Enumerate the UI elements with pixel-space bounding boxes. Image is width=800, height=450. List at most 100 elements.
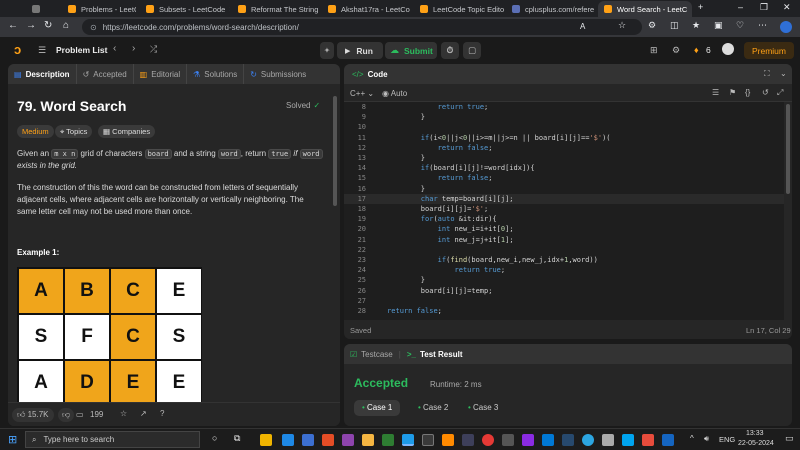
tab-accepted[interactable]: ↺ Accepted (77, 64, 134, 84)
auto-mode[interactable]: ◉ Auto (382, 89, 407, 98)
submit-button[interactable]: ☁ Submit (385, 42, 437, 59)
leetcode-logo-icon[interactable]: ↄ (14, 42, 21, 57)
app-icon[interactable] (622, 434, 634, 446)
settings-icon[interactable]: ⚙ (672, 45, 680, 56)
cortana-icon[interactable]: ○ (212, 433, 217, 443)
dislike-button[interactable]: 👎︎ (58, 408, 75, 422)
volume-icon[interactable]: 🔊︎ (704, 434, 709, 444)
share-icon[interactable]: ↗ (140, 409, 147, 418)
help-icon[interactable]: ? (160, 409, 164, 418)
code-editor[interactable]: 8 return true; 9 } 10 11 if(i<0||j<0||i>=m… (344, 102, 784, 320)
premium-button[interactable]: Premium (744, 42, 794, 59)
office-icon[interactable] (322, 434, 334, 446)
app-icon[interactable] (422, 434, 434, 446)
mail-icon[interactable] (282, 434, 294, 446)
code-line[interactable]: 10 (344, 122, 784, 132)
close-icon[interactable]: × (410, 5, 412, 14)
code-line[interactable]: 26 board[i][j]=temp; (344, 286, 784, 296)
companies-badge[interactable]: ▦ Companies (98, 125, 156, 138)
code-line[interactable]: 21 int new_j=j+it[1]; (344, 235, 784, 245)
app-icon[interactable] (602, 434, 614, 446)
code-line[interactable]: 20 int new_i=i+it[0]; (344, 224, 784, 234)
code-line[interactable]: 16 } (344, 184, 784, 194)
code-line[interactable]: 13 } (344, 153, 784, 163)
app-icon[interactable] (562, 434, 574, 446)
code-line[interactable]: 9 } (344, 112, 784, 122)
vscode-icon[interactable] (542, 434, 554, 446)
browser-tab-profile[interactable]: Akshat17ra - LeetCo× (322, 1, 412, 17)
visual-studio-icon[interactable] (342, 434, 354, 446)
browser-tab-word-search[interactable]: Word Search - LeetC× (598, 1, 692, 17)
more-icon[interactable]: ⋯ (758, 20, 767, 31)
favorite-star-icon[interactable]: ☆ (618, 20, 626, 31)
browser-tab-cplusplus[interactable]: cplusplus.com/refere× (506, 1, 596, 17)
like-button[interactable]: 👍︎ 15.7K (12, 408, 54, 422)
tab-testcase[interactable]: ☑ Testcase (344, 344, 399, 364)
teams-icon[interactable] (302, 434, 314, 446)
code-line[interactable]: 18 board[i][j]='$'; (344, 204, 784, 214)
reload-icon[interactable]: ↻ (44, 20, 52, 31)
new-tab-icon[interactable]: + (698, 2, 703, 12)
collections-icon[interactable]: ▣ (714, 20, 723, 31)
maximize-icon[interactable]: ❐ (760, 2, 768, 13)
code-line[interactable]: 22 (344, 245, 784, 255)
problem-list-link[interactable]: Problem List (56, 45, 107, 55)
run-button[interactable]: ▶ Run (337, 42, 383, 59)
browser-tab-topic-editor[interactable]: LeetCode Topic Edito× (414, 1, 504, 17)
notifications-icon[interactable]: ▭ (785, 433, 794, 444)
url-input[interactable]: ⊙ https://leetcode.com/problems/word-sea… (82, 19, 642, 35)
tab-test-result[interactable]: >_ Test Result (401, 344, 469, 364)
reset-icon[interactable]: ↺ (762, 88, 769, 97)
close-icon[interactable]: × (225, 5, 230, 14)
tab-editorial[interactable]: ▥ Editorial (134, 64, 188, 84)
case-2-button[interactable]: • Case 2 (410, 400, 456, 416)
collapse-icon[interactable]: ⌄ (780, 69, 787, 78)
chrome-icon[interactable] (482, 434, 494, 446)
task-view-icon[interactable]: ⧉ (234, 433, 240, 444)
tab-1[interactable] (26, 1, 66, 17)
format-icon[interactable]: ☰ (712, 88, 719, 97)
code-line[interactable]: 23 if(find(board,new_i,new_j,idx+1,word)… (344, 255, 784, 265)
taskbar-search-input[interactable]: ⌕ Type here to search (25, 431, 200, 448)
fullscreen-icon[interactable]: ⤢ (777, 88, 783, 98)
split-screen-icon[interactable]: ◫ (670, 20, 679, 31)
code-line[interactable]: 19 for(auto &it:dir){ (344, 214, 784, 224)
case-1-button[interactable]: • Case 1 (354, 400, 401, 416)
file-explorer-icon[interactable] (260, 434, 272, 446)
code-line[interactable]: 8 return true; (344, 102, 784, 112)
editor-scrollbar[interactable] (786, 104, 790, 194)
browser-essentials-icon[interactable]: ♡ (736, 20, 744, 31)
close-icon[interactable]: × (318, 5, 320, 14)
sticky-notes-icon[interactable] (362, 434, 374, 446)
code-line[interactable]: 24 return true; (344, 265, 784, 275)
code-line[interactable]: 15 return false; (344, 173, 784, 183)
prev-problem-icon[interactable]: ‹ (113, 43, 116, 54)
blender-icon[interactable] (442, 434, 454, 446)
code-line[interactable]: 28 return false; (344, 306, 784, 316)
topics-badge[interactable]: ⌖ Topics (55, 125, 93, 138)
code-line[interactable]: 27 (344, 296, 784, 306)
code-line[interactable]: 25 } (344, 275, 784, 285)
language-indicator[interactable]: ENG (719, 435, 735, 444)
braces-icon[interactable]: {} (745, 88, 750, 97)
layout-icon[interactable]: ⊞ (650, 45, 658, 56)
edge-icon[interactable] (402, 434, 414, 446)
dreamweaver-icon[interactable] (462, 434, 474, 446)
telegram-icon[interactable] (582, 434, 594, 446)
back-icon[interactable]: ← (8, 20, 18, 31)
scrollbar[interactable] (333, 96, 337, 206)
language-select[interactable]: C++ ⌄ (350, 89, 374, 98)
tab-submissions[interactable]: ↻ Submissions (244, 64, 312, 84)
close-icon[interactable]: × (687, 5, 692, 14)
maximize-icon[interactable]: ⛶ (764, 69, 770, 79)
app-icon[interactable] (642, 434, 654, 446)
home-icon[interactable]: ⌂ (63, 20, 69, 31)
close-icon[interactable]: × (594, 5, 596, 14)
forward-icon[interactable]: → (26, 20, 36, 31)
extensions-icon[interactable]: ⚙ (648, 20, 656, 31)
comment-icon[interactable]: ▭ (76, 410, 84, 419)
dev-app-icon[interactable] (522, 434, 534, 446)
case-3-button[interactable]: • Case 3 (460, 400, 506, 416)
close-window-icon[interactable]: ✕ (783, 2, 791, 13)
notes-icon[interactable]: ▢ (463, 42, 481, 59)
